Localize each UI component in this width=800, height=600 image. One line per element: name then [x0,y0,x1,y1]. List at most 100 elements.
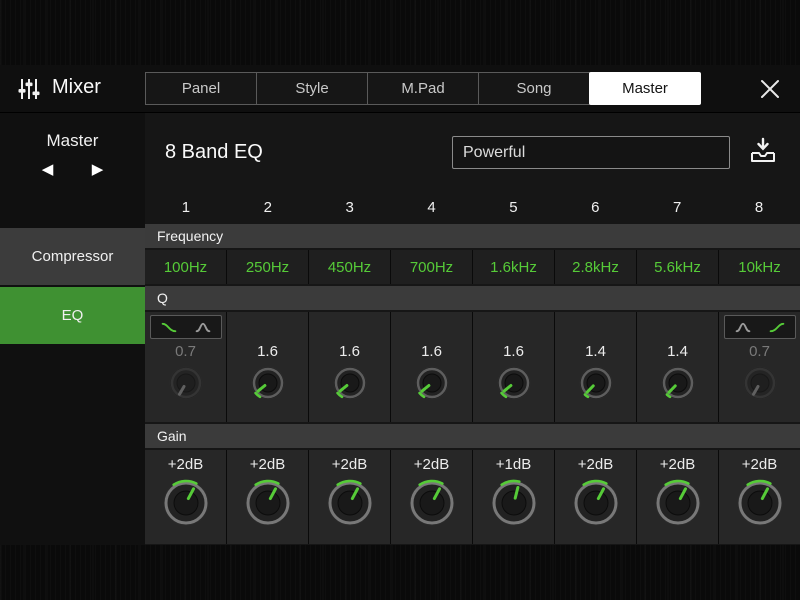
close-icon[interactable] [758,77,782,101]
tab-label: Song [516,80,551,97]
q-knob[interactable] [578,365,614,401]
filter-strip-spacer [478,315,550,339]
eq-preset-input[interactable] [452,136,730,169]
band-number-5: 5 [473,192,555,222]
frequency-value-band-4[interactable]: 700Hz [391,250,472,284]
frequency-value-band-7[interactable]: 5.6kHz [637,250,718,284]
q-value: 0.7 [175,341,196,363]
frequency-value-label: 700Hz [410,259,453,276]
frequency-value-label: 2.8kHz [572,259,619,276]
master-selector-arrows: ◀ ▶ [0,160,145,180]
frequency-value-band-2[interactable]: 250Hz [227,250,308,284]
header-bar: Mixer Panel Style M.Pad Song Master [0,65,800,113]
gain-knob[interactable] [408,479,456,527]
gain-band-7: +2dB [637,450,718,544]
gain-knob[interactable] [572,479,620,527]
frequency-value-band-6[interactable]: 2.8kHz [555,250,636,284]
tab-label: Master [622,80,668,97]
q-section-bar: Q [145,286,800,310]
gain-knob[interactable] [654,479,702,527]
frequency-row: 100Hz 250Hz450Hz 700Hz 1.6kHz 2.8kHz 5.6kHz 10… [145,250,800,284]
tab-master[interactable]: Master [589,72,701,105]
gain-section-label: Gain [157,428,187,444]
filter-type-selector[interactable] [724,315,796,339]
gain-knob[interactable] [162,479,210,527]
q-knob[interactable] [496,365,532,401]
tab-song[interactable]: Song [478,72,590,105]
band-number-1: 1 [145,192,227,222]
eq-header: 8 Band EQ [145,113,800,192]
filter-type-selector[interactable] [150,315,222,339]
gain-row: +2dB+2dB+2dB+2dB+1dB+2dB+2dB+2dB [145,450,800,544]
sidebar-item-label: Compressor [32,248,114,265]
tab-label: Panel [182,80,220,97]
q-band-1: 0.7 [145,312,226,422]
q-knob[interactable] [332,365,368,401]
mixer-screen: Mixer Panel Style M.Pad Song Master Master ◀… [0,0,800,600]
save-icon [748,136,778,169]
frequency-value-band-5[interactable]: 1.6kHz [473,250,554,284]
sidebar-item-label: EQ [62,307,84,324]
low-shelf-icon[interactable] [153,317,185,337]
tab-style[interactable]: Style [256,72,368,105]
q-value: 1.6 [503,341,524,363]
q-band-4: 1.6 [391,312,472,422]
next-arrow-icon[interactable]: ▶ [87,160,109,180]
filter-strip-spacer [314,315,386,339]
gain-band-8: +2dB [719,450,800,544]
frequency-value-label: 100Hz [164,259,207,276]
gain-value: +1dB [496,453,531,477]
gain-band-5: +1dB [473,450,554,544]
high-shelf-icon[interactable] [761,317,793,337]
q-knob[interactable] [742,365,778,401]
q-band-3: 1.6 [309,312,390,422]
tab-label: M.Pad [401,80,444,97]
gain-knob[interactable] [736,479,784,527]
frequency-value-band-8[interactable]: 10kHz [719,250,800,284]
band-number-6: 6 [554,192,636,222]
q-value: 1.4 [585,341,606,363]
filter-strip-spacer [560,315,632,339]
q-value: 1.6 [339,341,360,363]
frequency-value-label: 1.6kHz [490,259,537,276]
frequency-section-label: Frequency [157,228,223,244]
content-area: Master ◀ ▶ CompressorEQ 8 Band EQ [0,113,800,545]
gain-knob[interactable] [326,479,374,527]
tab-panel[interactable]: Panel [145,72,257,105]
q-knob[interactable] [250,365,286,401]
eq-panel: 8 Band EQ [145,113,800,545]
frequency-value-label: 5.6kHz [654,259,701,276]
gain-band-1: +2dB [145,450,226,544]
q-knob[interactable] [660,365,696,401]
tab-m-pad[interactable]: M.Pad [367,72,479,105]
gain-band-3: +2dB [309,450,390,544]
page-title: Mixer [52,76,101,99]
q-value: 0.7 [749,341,770,363]
q-row: 0.7 1.6 1.6 1.6 1.6 1.4 1.4 0.7 [145,312,800,422]
gain-value: +2dB [168,453,203,477]
gain-knob[interactable] [244,479,292,527]
prev-arrow-icon[interactable]: ◀ [37,160,59,180]
eq-title: 8 Band EQ [165,141,263,164]
frequency-value-band-1[interactable]: 100Hz [145,250,226,284]
q-knob[interactable] [168,365,204,401]
filter-strip-spacer [232,315,304,339]
frequency-value-band-3[interactable]: 450Hz [309,250,390,284]
save-preset-button[interactable] [746,136,780,170]
q-band-8: 0.7 [719,312,800,422]
peak-icon[interactable] [187,317,219,337]
frequency-section-bar: Frequency [145,224,800,248]
q-band-2: 1.6 [227,312,308,422]
sidebar-item-eq[interactable]: EQ [0,287,145,344]
q-value: 1.6 [257,341,278,363]
band-number-2: 2 [227,192,309,222]
sidebar-item-compressor[interactable]: Compressor [0,228,145,285]
gain-knob[interactable] [490,479,538,527]
q-knob[interactable] [414,365,450,401]
gain-section-bar: Gain [145,424,800,448]
q-band-7: 1.4 [637,312,718,422]
gain-band-4: +2dB [391,450,472,544]
peak-icon[interactable] [727,317,759,337]
tab-bar: Panel Style M.Pad Song Master [145,72,701,105]
q-value: 1.6 [421,341,442,363]
